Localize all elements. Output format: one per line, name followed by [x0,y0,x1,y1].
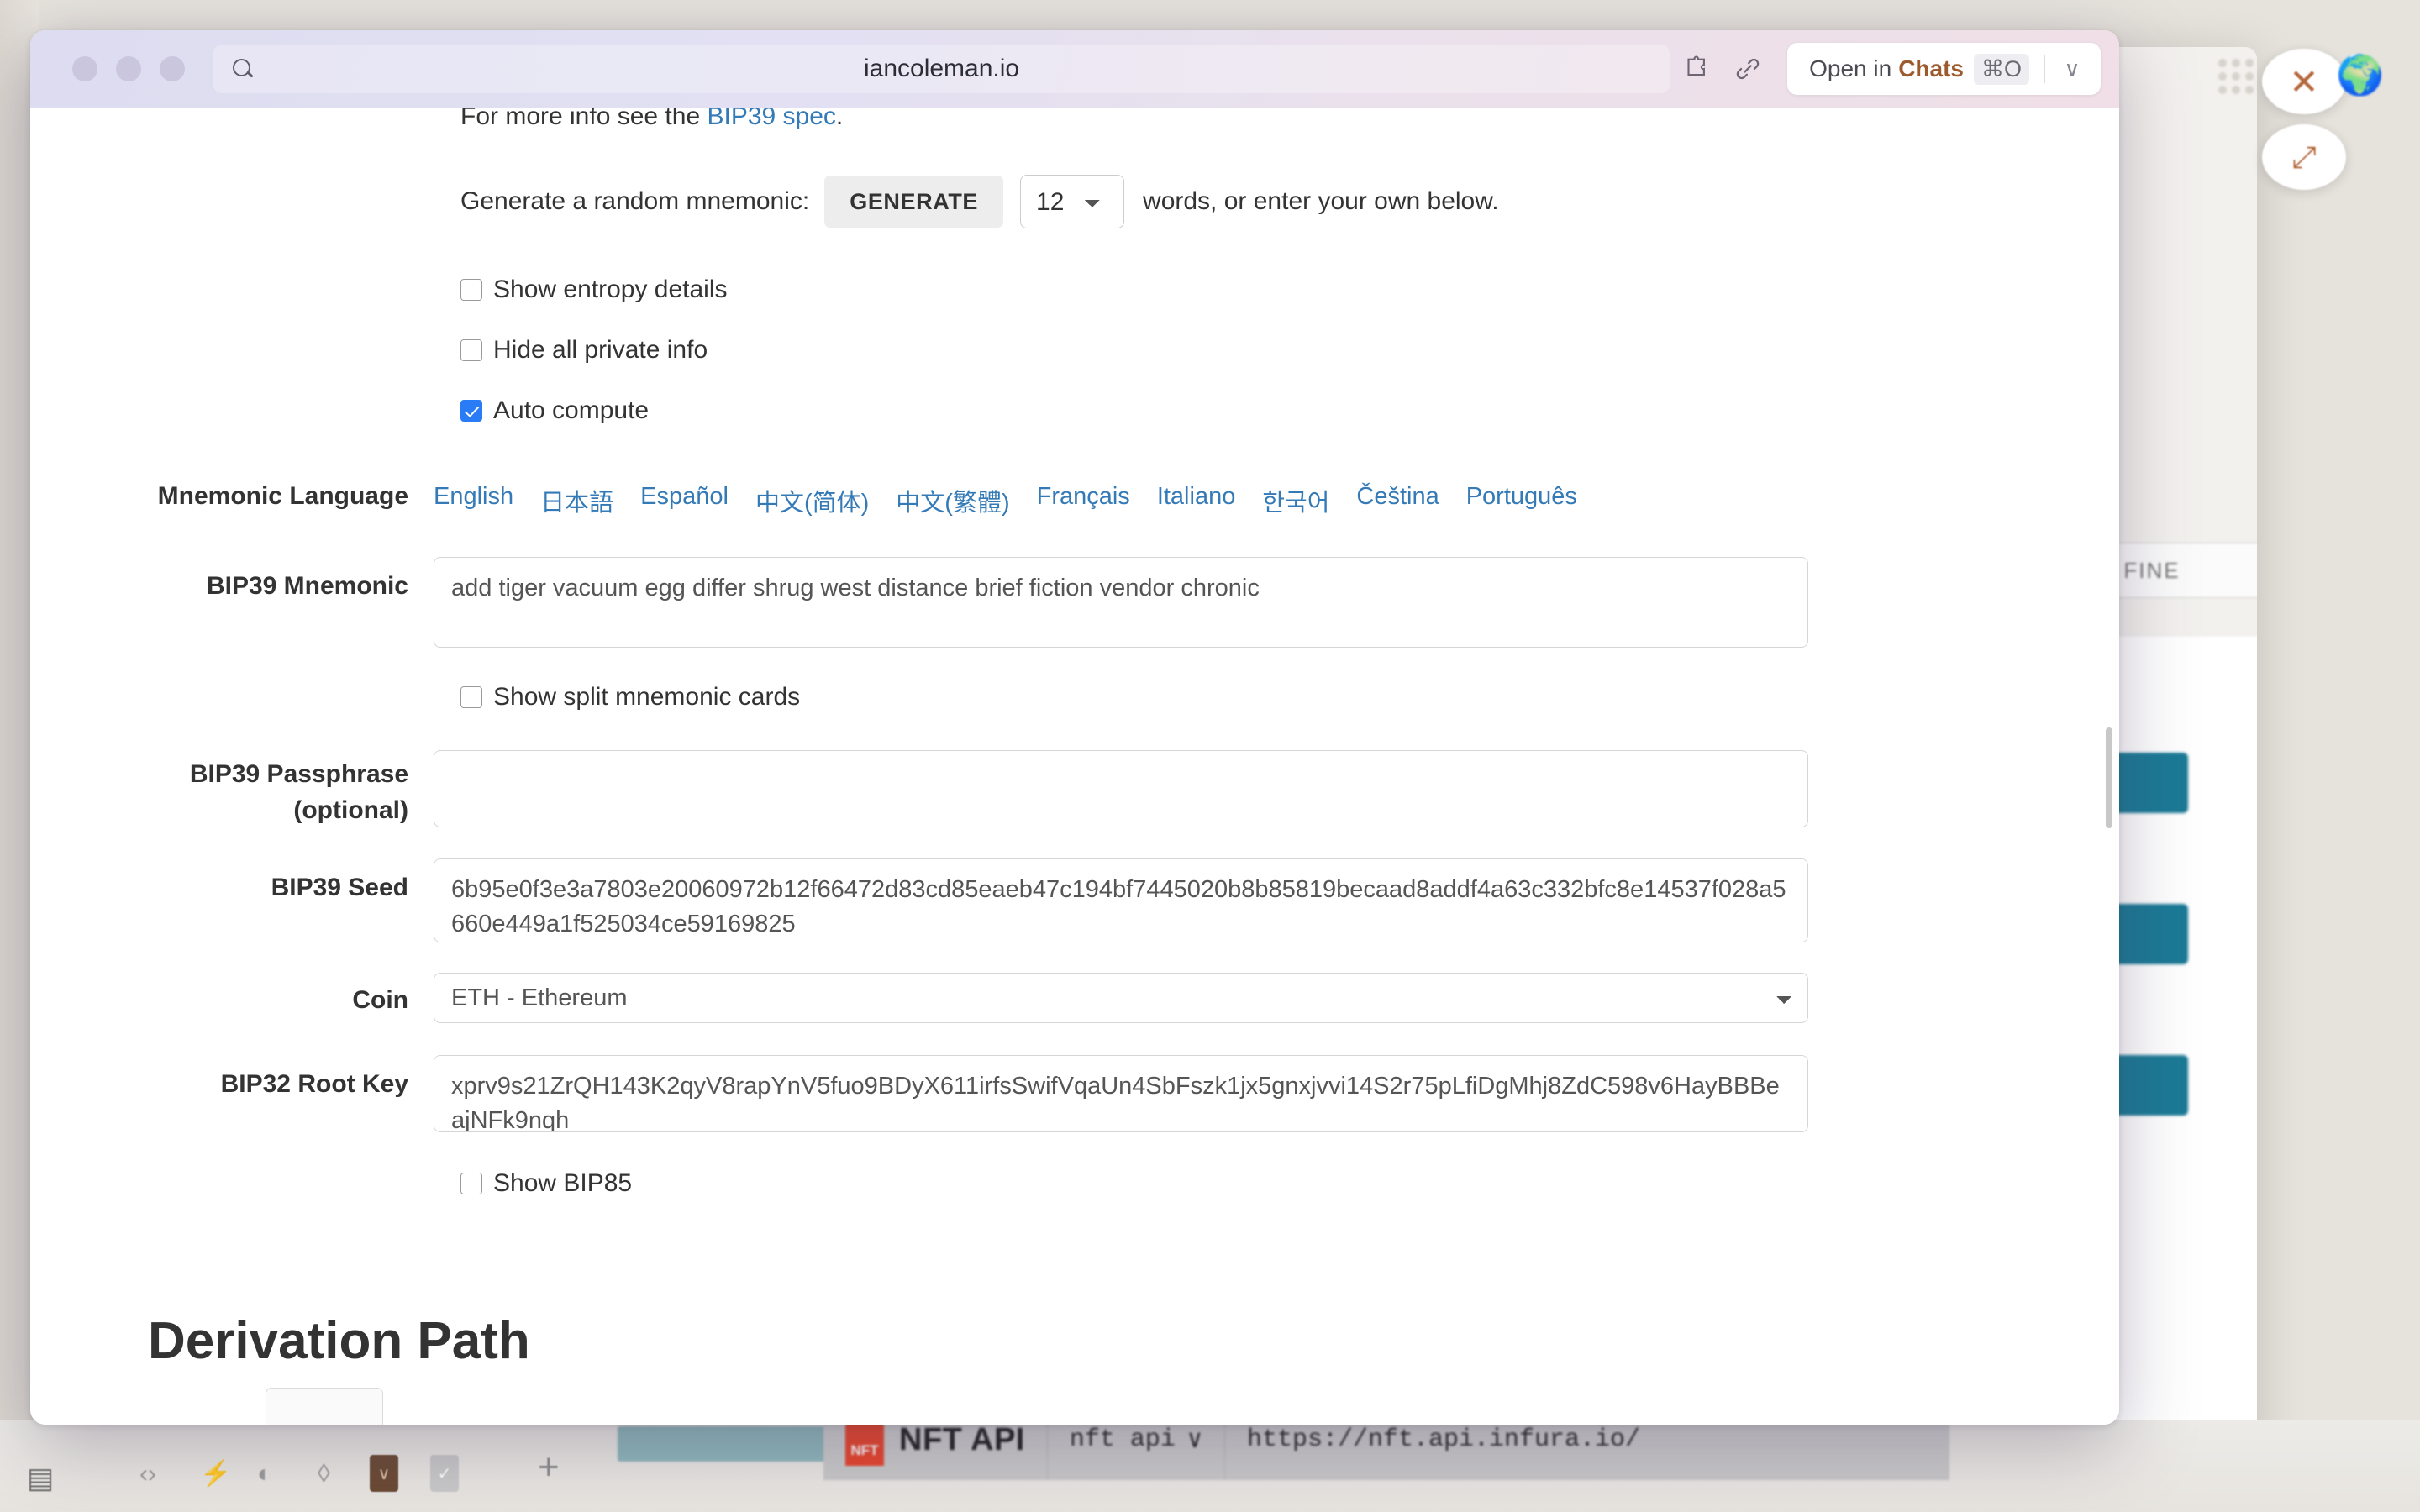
bip39-tool-page: For more info see the BIP39 spec. Genera… [30,108,2119,1425]
divider [2044,55,2045,83]
preview-titlebar: iancoleman.io Open in Chats ⌘O ∨ [30,30,2119,108]
window-traffic-lights[interactable] [49,56,185,81]
chevron-down-icon: ∨ [1186,1426,1202,1456]
word-count-select[interactable]: 12 [1020,175,1125,228]
language-link-chinese-traditional[interactable]: 中文(繁體) [896,483,1009,518]
hide-all-private-info-row[interactable]: Hide all private info [30,336,2119,365]
nft-api-title: NFT API [899,1421,1025,1457]
bip39-seed-input[interactable] [434,858,1808,943]
bip39-seed-row: BIP39 Seed [30,858,2119,943]
bip39-mnemonic-label: BIP39 Mnemonic [206,572,408,600]
bip39-passphrase-label: BIP39 Passphrase (optional) [30,750,434,828]
intro-text: For more info see the BIP39 spec. [30,108,2119,131]
open-in-label: Open in [1809,55,1892,81]
open-in-chats-button[interactable]: Open in Chats ⌘O ∨ [1787,43,2101,95]
language-link-french[interactable]: Français [1037,483,1130,518]
expand-icon: ⤢ [2291,139,2317,174]
finder-icon[interactable]: ▤ [27,1462,54,1495]
bip39-passphrase-label-line2: (optional) [293,795,408,824]
search-icon [232,58,254,80]
derivation-path-heading: Derivation Path [148,1312,530,1371]
language-link-portuguese[interactable]: Português [1466,483,1577,518]
bolt-icon[interactable]: ⚡ [200,1459,231,1488]
language-link-italian[interactable]: Italiano [1157,483,1236,518]
intro-before: For more info see the [460,108,708,130]
notes-icon[interactable]: ∨ [370,1455,398,1492]
mnemonic-language-row: Mnemonic Language English 日本語 Español 中文… [30,479,2119,518]
generate-prompt-label: Generate a random mnemonic: [460,187,810,215]
bip32-root-key-row: BIP32 Root Key [30,1055,2119,1133]
show-split-mnemonic-cards-label: Show split mnemonic cards [493,683,801,711]
bip39-passphrase-row: BIP39 Passphrase (optional) [30,750,2119,828]
show-split-mnemonic-cards-row[interactable]: Show split mnemonic cards [30,683,2119,711]
browser-preview-window: iancoleman.io Open in Chats ⌘O ∨ For mor… [30,30,2119,1425]
language-link-chinese-simplified[interactable]: 中文(简体) [755,483,869,518]
bip39-mnemonic-row: BIP39 Mnemonic [30,557,2119,648]
language-link-korean[interactable]: 한국어 [1262,483,1329,518]
globe-icon: 🌍 [2336,53,2385,97]
bip39-passphrase-label-line1: BIP39 Passphrase [189,760,408,788]
bip32-root-key-label: BIP32 Root Key [220,1070,408,1099]
bip39-passphrase-input[interactable] [434,750,1808,827]
auto-compute-row[interactable]: Auto compute [30,396,2119,425]
show-split-mnemonic-cards-checkbox[interactable] [460,686,482,708]
close-icon: ✕ [2289,61,2319,102]
mnemonic-language-list: English 日本語 Español 中文(简体) 中文(繁體) França… [434,483,1808,518]
bip32-root-key-input[interactable] [434,1055,1808,1133]
bip39-mnemonic-input[interactable] [434,557,1808,648]
page-title: iancoleman.io [863,55,1020,82]
coin-select[interactable]: ETH - Ethereum [434,973,1808,1024]
generate-suffix-label: words, or enter your own below. [1143,187,1499,215]
generate-mnemonic-row: Generate a random mnemonic: GENERATE 12 … [30,175,2119,228]
hide-all-private-info-checkbox[interactable] [460,339,482,361]
language-link-spanish[interactable]: Español [640,483,729,518]
language-link-japanese[interactable]: 日本語 [540,483,613,518]
minimize-window-button[interactable] [116,56,141,81]
close-overlay-button[interactable]: ✕ [2262,49,2346,114]
maximize-window-button[interactable] [160,56,185,81]
auto-compute-checkbox[interactable] [460,400,482,422]
show-entropy-details-label: Show entropy details [493,276,728,303]
language-link-english[interactable]: English [434,483,513,518]
generate-button[interactable]: GENERATE [824,176,1004,228]
auto-compute-label: Auto compute [493,396,650,424]
page-scrollbar[interactable] [2106,727,2112,828]
derivation-tab-placeholder[interactable] [266,1388,383,1425]
show-bip85-row[interactable]: Show BIP85 [30,1169,2119,1198]
link-icon[interactable] [1722,43,1774,95]
address-bar[interactable]: iancoleman.io [213,45,1670,93]
show-bip85-label: Show BIP85 [493,1169,633,1198]
show-entropy-details-checkbox[interactable] [460,279,482,301]
mnemonic-language-label: Mnemonic Language [157,482,408,510]
close-window-button[interactable] [72,56,97,81]
expand-overlay-button[interactable]: ⤢ [2262,124,2346,190]
intro-after: . [835,108,844,130]
coin-row: Coin ETH - Ethereum [30,973,2119,1024]
bip39-spec-link[interactable]: BIP39 spec [707,108,835,130]
chevron-down-icon[interactable]: ∨ [2049,45,2096,92]
app-grid-icon [2218,59,2254,94]
open-in-target-label: Chats [1898,55,1964,81]
show-entropy-details-row[interactable]: Show entropy details [30,276,2119,304]
planet-icon[interactable]: ◐ [257,1460,272,1488]
bip39-seed-label: BIP39 Seed [271,874,408,902]
titlebar-actions: Open in Chats ⌘O ∨ [1670,43,2101,95]
check-icon[interactable]: ✓ [430,1455,459,1492]
puzzle-icon[interactable] [1670,43,1722,95]
feather-icon[interactable]: ◊ [318,1460,330,1488]
show-bip85-checkbox[interactable] [460,1173,482,1195]
language-link-czech[interactable]: Čeština [1356,483,1439,518]
hide-all-private-info-label: Hide all private info [493,336,708,364]
nft-api-selector-label: nft api [1069,1425,1176,1454]
add-app-icon[interactable]: + [538,1446,560,1488]
coin-label: Coin [352,986,408,1015]
code-icon[interactable]: ‹› [139,1460,156,1488]
nft-api-url-text: https://nft.api.infura.io/ [1246,1425,1641,1454]
keyboard-shortcut-badge: ⌘O [1973,53,2029,85]
